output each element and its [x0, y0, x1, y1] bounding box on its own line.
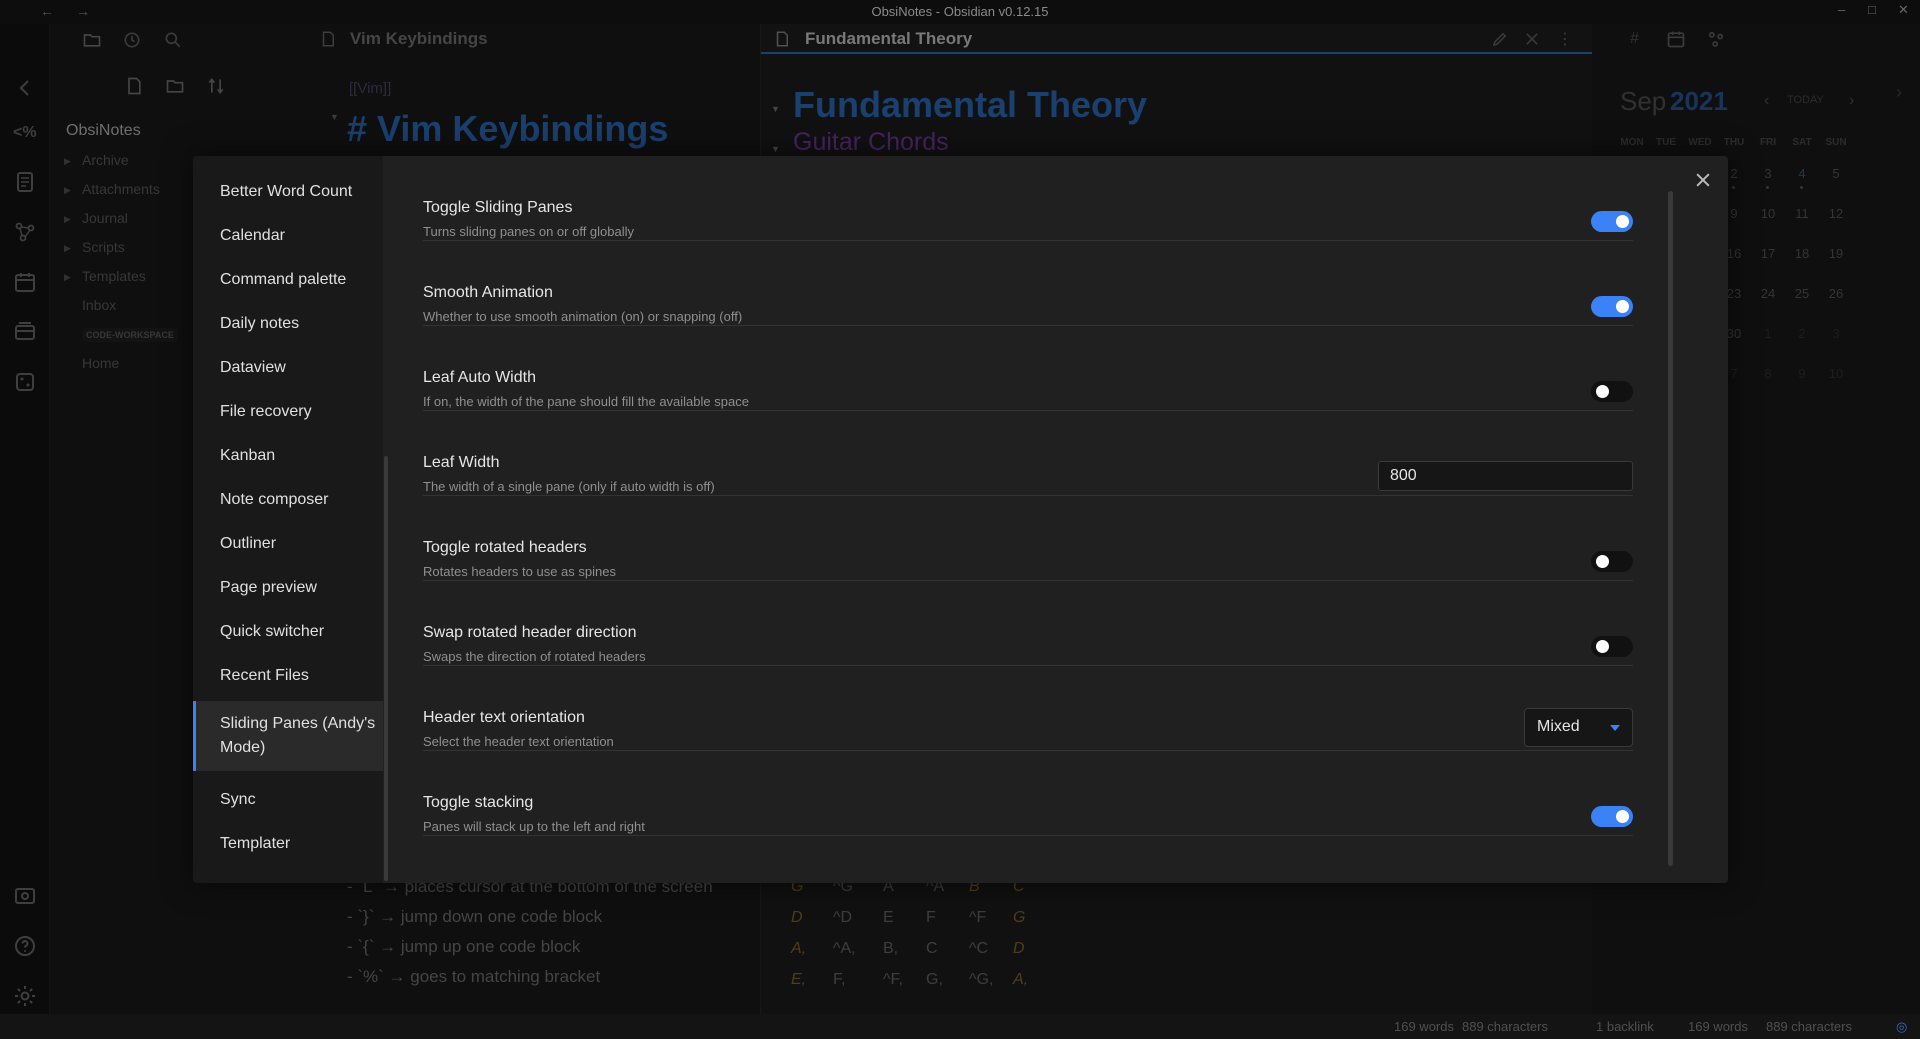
settings-nav-item[interactable]: Dataview: [193, 356, 383, 380]
status-backlinks[interactable]: 1 backlink: [1596, 1019, 1654, 1034]
minimize-icon[interactable]: –: [1838, 2, 1845, 17]
toggle-knob: [1616, 300, 1629, 313]
setting-description: Turns sliding panes on or off globally: [423, 224, 635, 239]
toggle-knob: [1616, 810, 1629, 823]
header-orientation-dropdown[interactable]: Mixed: [1524, 708, 1633, 747]
maximize-icon[interactable]: □: [1868, 2, 1876, 17]
setting-name: Toggle stacking: [423, 794, 534, 811]
settings-nav-item[interactable]: Note composer: [193, 488, 383, 512]
setting-description: Select the header text orientation: [423, 734, 614, 749]
setting-name: Leaf Width: [423, 454, 500, 471]
settings-nav-item[interactable]: Better Word Count: [193, 180, 383, 204]
setting-name: Leaf Auto Width: [423, 369, 536, 386]
status-words: 169 words: [1688, 1019, 1748, 1034]
setting-toggle[interactable]: [1591, 381, 1633, 402]
settings-nav-item[interactable]: Page preview: [193, 576, 383, 600]
status-characters: 889 characters: [1462, 1019, 1548, 1034]
dropdown-value: Mixed: [1537, 718, 1580, 735]
settings-nav-item[interactable]: Calendar: [193, 224, 383, 248]
sync-status-icon[interactable]: ◎: [1896, 1019, 1907, 1035]
settings-nav-item[interactable]: Quick switcher: [193, 620, 383, 644]
window-title: ObsiNotes - Obsidian v0.12.15: [871, 4, 1049, 19]
setting-row: Smooth Animation Whether to use smooth an…: [423, 241, 1633, 326]
setting-toggle[interactable]: [1591, 551, 1633, 572]
setting-description: If on, the width of the pane should fill…: [423, 394, 749, 409]
settings-nav-item[interactable]: Sync: [193, 788, 383, 812]
setting-toggle[interactable]: [1591, 211, 1633, 232]
settings-nav-item[interactable]: Recent Files: [193, 664, 383, 688]
status-words: 169 words: [1394, 1019, 1454, 1034]
setting-name: Header text orientation: [423, 709, 585, 726]
toggle-knob: [1596, 555, 1609, 568]
setting-row: Toggle rotated headers Rotates headers to…: [423, 496, 1633, 581]
setting-name: Toggle Sliding Panes: [423, 199, 573, 216]
setting-name: Swap rotated header direction: [423, 624, 637, 641]
settings-nav: Better Word Count Calendar Command palette…: [193, 156, 383, 883]
content-scrollbar[interactable]: [1668, 191, 1673, 866]
settings-nav-item[interactable]: Templater: [193, 832, 383, 856]
chevron-down-icon: [1610, 725, 1620, 731]
setting-row: Leaf Auto Width If on, the width of the p…: [423, 326, 1633, 411]
setting-description: The width of a single pane (only if auto…: [423, 479, 715, 494]
settings-modal: Better Word Count Calendar Command palette…: [193, 156, 1728, 883]
setting-row: Toggle Sliding Panes Turns sliding panes …: [423, 156, 1633, 241]
setting-row: Leaf Width The width of a single pane (on…: [423, 411, 1633, 496]
settings-nav-item[interactable]: Sliding Panes (Andy's Mode): [193, 701, 383, 771]
toggle-knob: [1596, 385, 1609, 398]
setting-toggle[interactable]: [1591, 806, 1633, 827]
setting-description: Whether to use smooth animation (on) or …: [423, 309, 743, 324]
toggle-knob: [1596, 640, 1609, 653]
setting-toggle[interactable]: [1591, 296, 1633, 317]
toggle-knob: [1616, 215, 1629, 228]
setting-description: Panes will stack up to the left and righ…: [423, 819, 645, 834]
nav-scrollbar[interactable]: [384, 456, 388, 881]
setting-description: Rotates headers to use as spines: [423, 564, 616, 579]
settings-nav-item[interactable]: Daily notes: [193, 312, 383, 336]
close-window-icon[interactable]: ✕: [1898, 2, 1909, 18]
settings-nav-item[interactable]: Outliner: [193, 532, 383, 556]
setting-description: Swaps the direction of rotated headers: [423, 649, 646, 664]
settings-nav-item[interactable]: Command palette: [193, 268, 383, 292]
settings-nav-item[interactable]: Kanban: [193, 444, 383, 468]
setting-name: Smooth Animation: [423, 284, 553, 301]
setting-row: Toggle stacking Panes will stack up to th…: [423, 751, 1633, 836]
leaf-width-input[interactable]: 800: [1378, 461, 1633, 491]
settings-nav-item[interactable]: File recovery: [193, 400, 383, 424]
status-bar: 169 words 889 characters 1 backlink 169 …: [0, 1014, 1920, 1039]
setting-toggle[interactable]: [1591, 636, 1633, 657]
setting-row: Header text orientation Select the header…: [423, 666, 1633, 751]
status-characters: 889 characters: [1766, 1019, 1852, 1034]
setting-row: Swap rotated header direction Swaps the d…: [423, 581, 1633, 666]
close-modal-icon[interactable]: [1693, 170, 1713, 190]
title-bar: ← → ObsiNotes - Obsidian v0.12.15 – □ ✕: [0, 0, 1920, 24]
setting-name: Toggle rotated headers: [423, 539, 587, 556]
settings-content: Toggle Sliding Panes Turns sliding panes …: [423, 156, 1633, 883]
